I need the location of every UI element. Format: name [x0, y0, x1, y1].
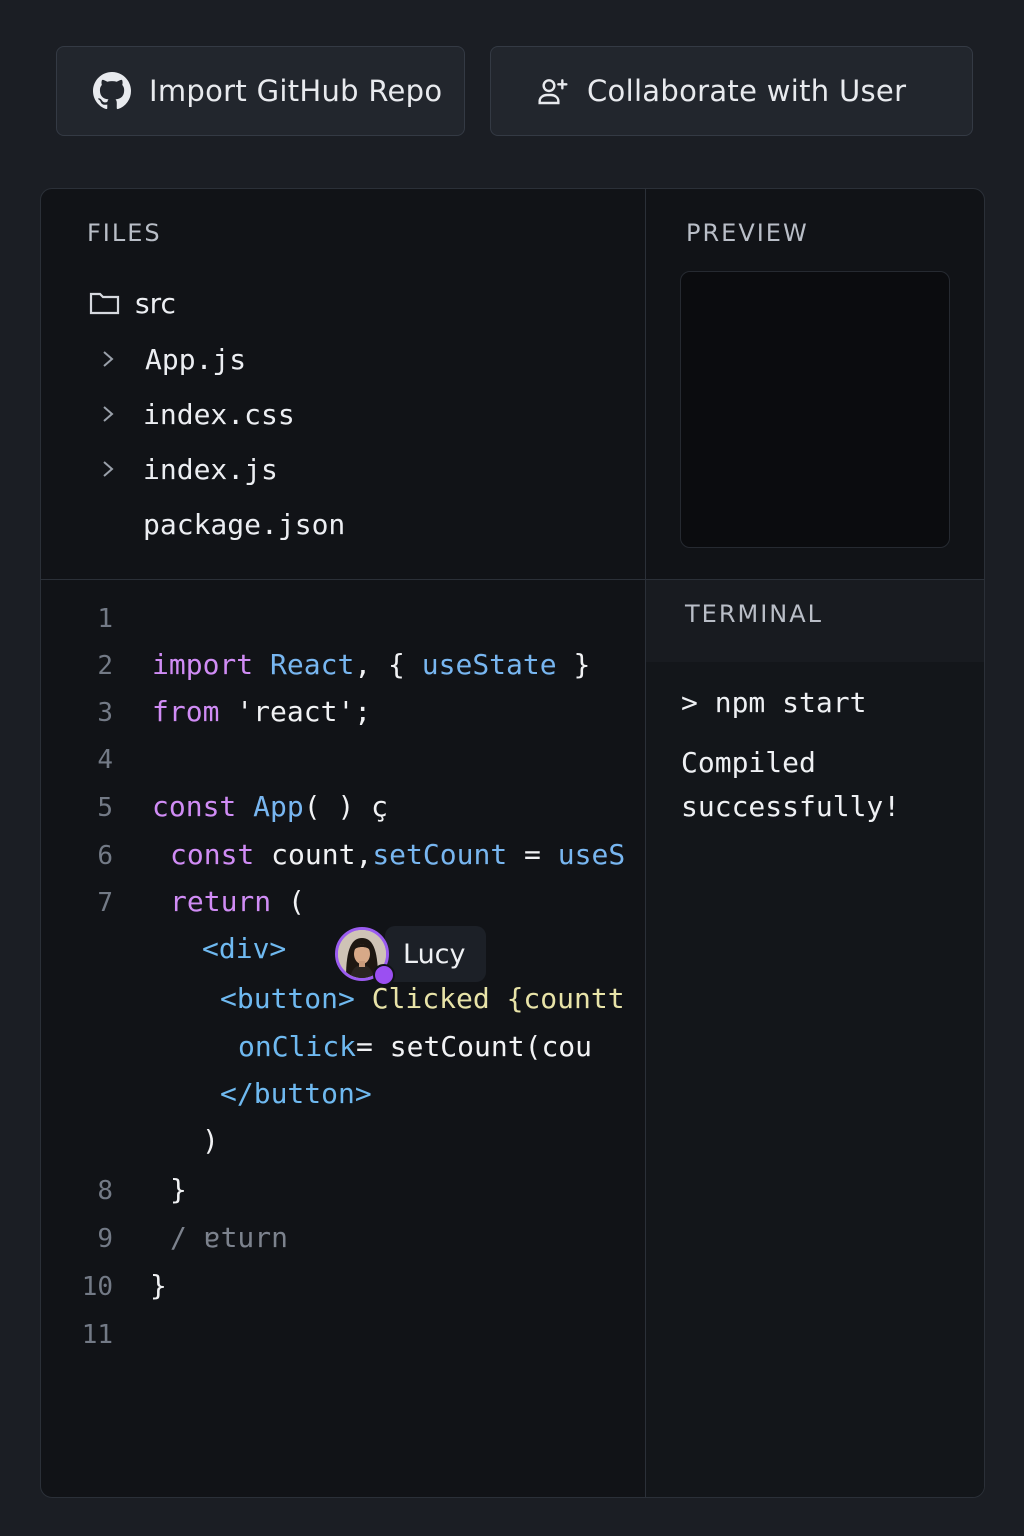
code-token: ɐturn: [203, 1221, 289, 1254]
collaborator-cursor[interactable]: Lucy: [335, 926, 486, 986]
preview-frame: [680, 271, 950, 548]
line-number: 7: [97, 888, 113, 918]
file-label: package.json: [143, 507, 346, 541]
code-token: /: [170, 1221, 204, 1254]
file-label: index.css: [143, 397, 295, 431]
online-status-dot: [373, 964, 395, 986]
file-label: App.js: [145, 342, 247, 376]
collaborate-with-user-label: Collaborate with User: [587, 74, 907, 108]
code-line: return (: [170, 885, 305, 918]
code-line: import React, { useState }: [152, 648, 590, 681]
code-line: }: [170, 1173, 187, 1206]
code-token: count,: [254, 838, 373, 871]
files-title: FILES: [87, 219, 162, 247]
terminal-header: TERMINAL: [646, 580, 984, 662]
chevron-right-icon: [101, 343, 115, 376]
code-token: (: [271, 885, 305, 918]
terminal-body[interactable]: > npm start Compiled successfully!: [646, 662, 984, 1497]
import-github-repo-label: Import GitHub Repo: [149, 74, 443, 108]
code-token: }: [170, 1173, 187, 1206]
code-editor[interactable]: 1 2 3 4 5 6 7 8 9 10 11 import React, { …: [41, 580, 645, 1497]
code-token: useState: [421, 648, 557, 681]
code-token: }: [556, 648, 591, 681]
chevron-right-icon: [101, 398, 115, 431]
folder-label: src: [135, 286, 176, 320]
file-label: index.js: [143, 452, 278, 486]
code-token: const: [170, 838, 255, 871]
line-number: 1: [97, 604, 113, 634]
github-icon: [93, 72, 131, 110]
collaborator-name-label: Lucy: [385, 926, 486, 982]
line-number: 2: [97, 651, 113, 681]
line-number: 6: [97, 841, 113, 871]
code-token: from: [152, 695, 220, 728]
code-token: </button>: [220, 1077, 372, 1110]
code-line: const App( ) ç: [152, 790, 388, 823]
code-line: ): [202, 1124, 219, 1157]
line-number: 3: [97, 698, 113, 728]
code-token: 'react';: [219, 695, 372, 728]
terminal-output-line: Compiled: [681, 746, 816, 779]
code-token: {countt: [489, 982, 625, 1015]
line-number: 4: [97, 745, 113, 775]
code-token: onClick: [238, 1030, 357, 1063]
code-token: useS: [557, 838, 626, 871]
line-number: 9: [97, 1224, 113, 1254]
import-github-repo-button[interactable]: Import GitHub Repo: [56, 46, 465, 136]
code-token: return: [170, 885, 272, 918]
code-token: }: [150, 1269, 167, 1302]
code-token: , {: [354, 648, 422, 681]
line-number: 5: [97, 793, 113, 823]
code-token: =: [507, 838, 558, 871]
ide-panel: FILES src App.js index.css index.js pack…: [40, 188, 985, 1498]
terminal-command: > npm start: [681, 686, 867, 719]
terminal-output-line: successfully!: [681, 790, 901, 823]
code-token: ): [202, 1124, 219, 1157]
preview-title: PREVIEW: [686, 219, 809, 247]
code-line: </button>: [220, 1077, 372, 1110]
code-line: from 'react';: [152, 695, 371, 728]
code-token: Clicked: [354, 982, 490, 1015]
line-number: 11: [81, 1320, 113, 1350]
code-token: App: [236, 790, 304, 823]
code-token: React: [253, 648, 355, 681]
code-line: onClick= setCount(cou: [238, 1030, 592, 1063]
code-token: = setCount(cou: [356, 1030, 593, 1063]
code-token: setCount: [372, 838, 508, 871]
code-token: <button>: [220, 982, 355, 1015]
terminal-title: TERMINAL: [685, 600, 824, 628]
code-line: }: [150, 1269, 167, 1302]
line-number: 10: [81, 1272, 113, 1302]
line-number: 8: [97, 1176, 113, 1206]
code-line: const count,setCount = useS: [170, 838, 625, 871]
code-token: const: [152, 790, 237, 823]
add-user-icon: [537, 75, 569, 107]
collaborator-name: Lucy: [403, 938, 466, 970]
collaborate-with-user-button[interactable]: Collaborate with User: [490, 46, 973, 136]
code-token: ( ) ç: [303, 790, 389, 823]
code-token: import: [152, 648, 254, 681]
code-line: <button> Clicked {countt: [220, 982, 625, 1015]
code-line: <div>: [202, 932, 286, 965]
code-token: <div>: [202, 932, 287, 965]
chevron-right-icon: [101, 453, 115, 486]
folder-icon: [89, 290, 121, 316]
code-line: / ɐturn: [170, 1221, 288, 1254]
folder-src[interactable]: src: [89, 283, 176, 323]
